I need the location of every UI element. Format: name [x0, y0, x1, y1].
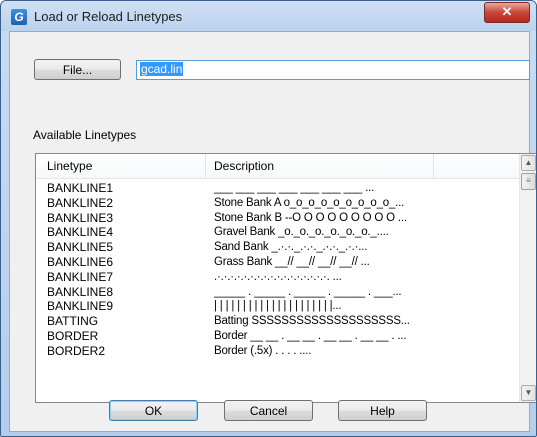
linetype-description: Border __ __ . __ __ . __ __ . __ __ . .… — [214, 329, 407, 342]
linetype-description: Stone Bank A o_o_o_o_o_o_o_o_o_... — [214, 196, 405, 209]
file-button[interactable]: File... — [34, 59, 121, 80]
linetype-name: BANKLINE2 — [47, 195, 114, 210]
linetype-description: Sand Bank _.·.·._.·.·._.·.·._.·.·... — [214, 241, 368, 254]
list-item[interactable]: BANKLINE4 Gravel Bank _o._o._o._o._o._o._… — [36, 225, 520, 240]
list-item[interactable]: BANKLINE5 Sand Bank _.·.·._.·.·._.·.·._.·… — [36, 240, 520, 255]
linetype-description: _____ . _____ . _____ . _____ . ___... — [214, 285, 402, 298]
linetype-description: ___ ___ ___ ___ ___ ___ ___ ... — [214, 182, 375, 194]
file-name-value: gcad.lin — [140, 62, 184, 76]
scroll-up-arrow-icon[interactable]: ▲ — [521, 155, 536, 171]
ok-button[interactable]: OK — [109, 400, 198, 421]
close-button[interactable]: ✕ — [484, 2, 530, 23]
list-item[interactable]: BANKLINE2 Stone Bank A o_o_o_o_o_o_o_o_o_… — [36, 196, 520, 211]
scroll-down-arrow-icon[interactable]: ▼ — [521, 385, 536, 401]
linetype-name: BANKLINE5 — [47, 240, 114, 255]
available-linetypes-label: Available Linetypes — [33, 128, 137, 142]
column-header-linetype[interactable]: Linetype — [47, 159, 92, 173]
scrollbar-thumb[interactable]: ≡ — [521, 173, 536, 190]
column-separator[interactable] — [433, 154, 434, 178]
title-bar[interactable]: G Load or Reload Linetypes ✕ — [1, 1, 536, 31]
file-name-input[interactable]: gcad.lin — [136, 60, 530, 80]
linetype-name: BANKLINE7 — [47, 269, 114, 284]
vertical-scrollbar[interactable]: ▲ ≡ ▼ — [519, 154, 536, 402]
linetype-name: BANKLINE6 — [47, 254, 114, 269]
cancel-button[interactable]: Cancel — [224, 400, 313, 421]
list-item[interactable]: BANKLINE1 ___ ___ ___ ___ ___ ___ ___ ... — [36, 181, 520, 196]
linetype-description: Stone Bank B --O O O O O O O O O ... — [214, 211, 407, 224]
help-button[interactable]: Help — [338, 400, 427, 421]
column-header-description[interactable]: Description — [214, 159, 274, 173]
window-title: Load or Reload Linetypes — [34, 9, 183, 24]
list-item[interactable]: BORDER2 Border (.5x) . . . . .... — [36, 344, 520, 359]
linetype-description: Batting SSSSSSSSSSSSSSSSSSSS... — [214, 315, 410, 328]
list-item[interactable]: BANKLINE6 Grass Bank __// __// __// __// … — [36, 255, 520, 270]
dialog-body: File... gcad.lin Available Linetypes Lin… — [9, 31, 536, 432]
list-item[interactable]: BANKLINE7 .·.·.·.·.·.·.·.·.·.·.·.·.·.·.·.… — [36, 270, 520, 285]
linetype-description: | | | | | | | | | | | | | | | | | | | | … — [214, 300, 342, 313]
linetype-name: BORDER2 — [47, 343, 106, 358]
linetype-description: Border (.5x) . . . . .... — [214, 344, 312, 357]
list-item[interactable]: BANKLINE8 _____ . _____ . _____ . _____ .… — [36, 285, 520, 300]
linetype-name: BORDER — [47, 328, 99, 343]
linetype-name: BANKLINE9 — [47, 299, 114, 314]
linetype-name: BANKLINE3 — [47, 210, 114, 225]
list-item[interactable]: BANKLINE3 Stone Bank B --O O O O O O O O … — [36, 211, 520, 226]
list-item[interactable]: BATTING Batting SSSSSSSSSSSSSSSSSSSS... — [36, 314, 520, 329]
linetype-name: BANKLINE8 — [47, 284, 114, 299]
list-item[interactable]: BANKLINE9 | | | | | | | | | | | | | | | |… — [36, 299, 520, 314]
list-item[interactable]: BORDER Border __ __ . __ __ . __ __ . __ … — [36, 329, 520, 344]
linetypes-list[interactable]: Linetype Description BANKLINE1 ___ ___ __… — [35, 153, 536, 403]
linetype-description: Gravel Bank _o._o._o._o._o._o._.... — [214, 226, 389, 239]
app-icon: G — [11, 9, 27, 25]
linetype-name: BANKLINE1 — [47, 181, 114, 195]
linetype-name: BANKLINE4 — [47, 225, 114, 240]
linetype-description: .·.·.·.·.·.·.·.·.·.·.·.·.·.·.·.·.·. ... — [214, 270, 342, 283]
list-header: Linetype Description — [36, 154, 520, 179]
linetype-description: Grass Bank __// __// __// __// ... — [214, 255, 370, 268]
linetype-name: BATTING — [47, 314, 99, 329]
dialog-window: G Load or Reload Linetypes ✕ File... gca… — [0, 0, 537, 437]
list-rows: BANKLINE1 ___ ___ ___ ___ ___ ___ ___ ...… — [36, 181, 520, 359]
column-separator[interactable] — [205, 154, 206, 178]
